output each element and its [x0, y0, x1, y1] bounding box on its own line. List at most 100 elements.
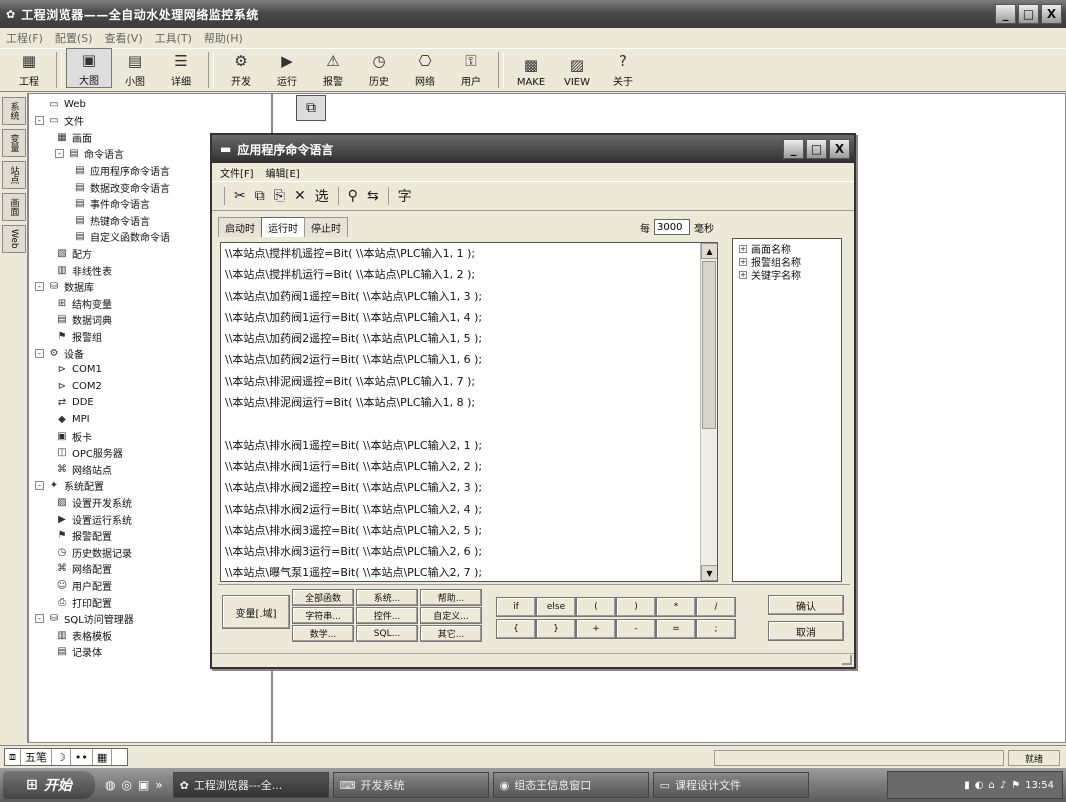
tree-item-doc[interactable]: - ▤ 命令语言: [55, 146, 124, 162]
task-project-browser[interactable]: ✿ 工程浏览器---全...: [172, 772, 329, 798]
sql-button[interactable]: SQL...: [356, 625, 418, 642]
expand-icon[interactable]: +: [739, 244, 747, 253]
tree-item-net[interactable]: ⌘ 网络配置: [55, 561, 112, 577]
tree-item-user[interactable]: ☺ 用户配置: [55, 577, 112, 593]
tray-icon[interactable]: ⌂: [988, 780, 994, 791]
title-bar[interactable]: ✿ 工程浏览器——全自动水处理网络监控系统 _ □ X: [0, 0, 1066, 28]
dialog-minimize-button[interactable]: _: [783, 139, 804, 159]
close-button[interactable]: X: [1041, 4, 1062, 24]
toolbar-history-button[interactable]: ◷ 历史: [356, 48, 402, 88]
cancel-button[interactable]: 取消: [768, 621, 844, 641]
tree-item-sql[interactable]: - ⛁ SQL访问管理器: [35, 611, 134, 627]
copy-icon[interactable]: ⧉: [255, 188, 265, 204]
vtab-web[interactable]: Web: [2, 225, 26, 253]
expand-icon[interactable]: +: [739, 270, 747, 279]
tree-item-com[interactable]: ⊳ COM1: [55, 362, 102, 378]
tree-item-net[interactable]: ⌘ 网络站点: [55, 461, 112, 477]
code-editor[interactable]: \\本站点\搅拌机遥控=Bit( \\本站点\PLC输入1, 1 ); \\本站点…: [220, 242, 718, 582]
replace-icon[interactable]: ⇆: [367, 188, 379, 204]
vtab-variable[interactable]: 变量: [2, 129, 26, 157]
op-if-button[interactable]: if: [496, 597, 536, 617]
tray-icon[interactable]: ▮: [964, 780, 970, 791]
tree-item-table[interactable]: ▥ 非线性表: [55, 262, 112, 278]
toolbar-view-button[interactable]: ▨ VIEW: [554, 48, 600, 88]
custom-button[interactable]: 自定义...: [420, 607, 482, 624]
collapse-icon[interactable]: -: [35, 614, 44, 624]
tree-item-doc[interactable]: ▤ 数据改变命令语言: [73, 179, 170, 195]
minimize-button[interactable]: _: [995, 4, 1016, 24]
tree-item-print[interactable]: ⎙ 打印配置: [55, 594, 112, 610]
toolbar-run-button[interactable]: ▶ 运行: [264, 48, 310, 88]
clock[interactable]: 13:54: [1025, 780, 1054, 791]
period-input[interactable]: [654, 219, 690, 235]
collapse-icon[interactable]: -: [55, 149, 64, 159]
screen-icon[interactable]: ⧉: [296, 95, 326, 121]
tray-icon[interactable]: ♪: [1000, 780, 1006, 791]
dialog-close-button[interactable]: X: [829, 139, 850, 159]
toolbar-large-icons-button[interactable]: ▣ 大图: [66, 48, 112, 88]
expand-icon[interactable]: +: [739, 257, 747, 266]
toolbar-develop-button[interactable]: ⚙ 开发: [218, 48, 264, 88]
tray-icon[interactable]: ◐: [975, 780, 984, 791]
toolbar-details-button[interactable]: ☰ 详细: [158, 48, 204, 88]
tree-item-alarm[interactable]: ⚑ 报警组: [55, 328, 102, 344]
collapse-icon[interactable]: -: [35, 116, 44, 126]
tab-running[interactable]: 运行时: [261, 217, 305, 237]
vtab-station[interactable]: 站点: [2, 161, 26, 189]
op-minus-button[interactable]: -: [616, 619, 656, 639]
tree-item-var[interactable]: ⊞ 结构变量: [55, 295, 112, 311]
menu-tools[interactable]: 工具(T): [155, 30, 192, 46]
tree-item-doc[interactable]: ▤ 记录体: [55, 644, 102, 660]
menu-project[interactable]: 工程(F): [6, 30, 43, 46]
tree-item-card[interactable]: ▣ 板卡: [55, 428, 92, 444]
side-tree-item[interactable]: + 关键字名称: [733, 268, 841, 282]
collapse-icon[interactable]: -: [35, 481, 44, 491]
desktop-icon[interactable]: ▣: [138, 778, 149, 792]
toolbar-network-button[interactable]: ⎔ 网络: [402, 48, 448, 88]
scroll-down-icon[interactable]: ▼: [701, 565, 717, 581]
find-icon[interactable]: ⚲: [348, 188, 358, 204]
toolbar-alarm-button[interactable]: ⚠ 报警: [310, 48, 356, 88]
task-info-window[interactable]: ◉ 组态王信息窗口: [492, 772, 649, 798]
task-dev-system[interactable]: ⌨ 开发系统: [332, 772, 489, 798]
tray-icon[interactable]: ⚑: [1011, 780, 1020, 791]
math-button[interactable]: 数学...: [292, 625, 354, 642]
editor-scrollbar[interactable]: ▲ ▼: [700, 243, 717, 581]
ime-keyboard-icon[interactable]: ▦: [93, 749, 113, 765]
more-icon[interactable]: »: [155, 778, 162, 792]
tree-item-doc[interactable]: ▤ 热键命令语言: [73, 212, 150, 228]
op-plus-button[interactable]: +: [576, 619, 616, 639]
dialog-menu-edit[interactable]: 编辑[E]: [266, 165, 300, 180]
tree-item-table[interactable]: ▥ 表格模板: [55, 627, 112, 643]
tree-item-device[interactable]: - ⚙ 设备: [35, 345, 84, 361]
ime-moon-icon[interactable]: ☽: [52, 749, 71, 765]
tree-item-dev[interactable]: ▨ 设置开发系统: [55, 494, 132, 510]
toolbar-make-button[interactable]: ▩ MAKE: [508, 48, 554, 88]
tree-item-doc[interactable]: ▤ 应用程序命令语言: [73, 162, 170, 178]
ime-punct-icon[interactable]: ••: [71, 749, 93, 765]
vtab-screen[interactable]: 画面: [2, 193, 26, 221]
menu-view[interactable]: 查看(V): [105, 30, 143, 46]
select-icon[interactable]: 选: [315, 186, 329, 206]
ok-button[interactable]: 确认: [768, 595, 844, 615]
delete-icon[interactable]: ✕: [294, 188, 306, 204]
ime-status[interactable]: ⧈ 五笔 ☽ •• ▦: [4, 748, 128, 766]
op-equal-button[interactable]: =: [656, 619, 696, 639]
dialog-title-bar[interactable]: ▬ 应用程序命令语言 _ □ X: [212, 135, 854, 163]
op-lparen-button[interactable]: (: [576, 597, 616, 617]
tab-stop[interactable]: 停止时: [304, 217, 348, 237]
tree-item-db[interactable]: - ⛁ 数据库: [35, 279, 94, 295]
string-button[interactable]: 字符串...: [292, 607, 354, 624]
tree-item-recipe[interactable]: ▧ 配方: [55, 245, 92, 261]
cut-icon[interactable]: ✂: [234, 188, 246, 204]
font-icon[interactable]: 字: [398, 186, 412, 206]
tree-item-folder[interactable]: ▭ Web: [35, 96, 86, 112]
tab-startup[interactable]: 启动时: [218, 217, 262, 237]
help-button[interactable]: 帮助...: [420, 589, 482, 606]
tree-item-doc[interactable]: ▤ 自定义函数命令语: [73, 229, 170, 245]
menu-config[interactable]: 配置(S): [55, 30, 93, 46]
control-button[interactable]: 控件...: [356, 607, 418, 624]
menu-help[interactable]: 帮助(H): [204, 30, 243, 46]
dialog-maximize-button[interactable]: □: [806, 139, 827, 159]
op-multiply-button[interactable]: *: [656, 597, 696, 617]
